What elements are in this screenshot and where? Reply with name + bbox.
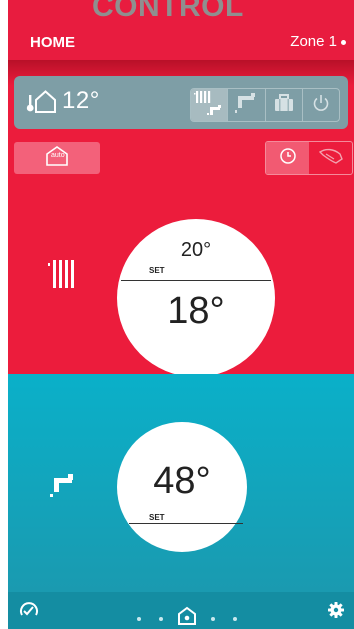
page-indicator: [128, 606, 246, 629]
auto-mode-label: auto: [51, 152, 65, 159]
outdoor-temp-value: 12°: [62, 87, 100, 114]
zone-selector[interactable]: Zone 1: [290, 33, 346, 50]
heating-set-label: SET: [149, 266, 165, 275]
app-title: CONTROL: [92, 0, 244, 23]
mode-selector: [190, 88, 340, 122]
home-page-icon[interactable]: [177, 606, 197, 629]
zone-label: Zone 1: [290, 33, 337, 50]
schedule-selector: [265, 141, 353, 175]
outdoor-thermometer-icon: [26, 87, 58, 115]
hot-water-set-label: SET: [149, 513, 165, 522]
hot-water-section: 48° SET: [8, 374, 354, 592]
hot-water-temp: 48°: [153, 460, 211, 502]
heating-and-hot-water-icon: [194, 89, 224, 121]
zone-indicator-dot: [341, 39, 346, 45]
hot-water-temperature-dial[interactable]: 48° SET: [117, 422, 247, 552]
heating-temperature-dial[interactable]: 20° SET 18°: [117, 219, 275, 377]
power-icon: [311, 93, 331, 118]
tap-icon: [50, 474, 76, 503]
mode-hot-water-button[interactable]: [228, 89, 266, 121]
page-dot[interactable]: [159, 616, 163, 621]
holiday-icon: [273, 93, 295, 118]
page-dot[interactable]: [211, 616, 215, 621]
schedule-timer-button[interactable]: [266, 142, 309, 174]
dial-divider: [129, 523, 243, 524]
mode-heating-hot-water-button[interactable]: [191, 89, 229, 121]
settings-gear-icon[interactable]: [328, 602, 344, 623]
heating-current-temp: 18°: [167, 290, 225, 332]
radiator-icon: [48, 260, 76, 293]
auto-mode-button[interactable]: auto: [14, 142, 100, 174]
page-dot[interactable]: [137, 616, 141, 621]
hot-water-icon: [234, 91, 258, 120]
dial-divider: [121, 280, 271, 281]
status-bar: 12°: [14, 76, 348, 129]
home-button[interactable]: HOME: [30, 34, 75, 51]
mode-off-button[interactable]: [303, 89, 339, 121]
heating-set-temp: 20°: [180, 239, 212, 261]
outdoor-temperature: 12°: [26, 87, 100, 115]
page-dot[interactable]: [233, 616, 237, 621]
check-status-icon[interactable]: [18, 599, 40, 626]
heating-section: 12° auto 20° SET 18°: [8, 60, 354, 377]
schedule-manual-button[interactable]: [309, 142, 352, 174]
footer-bar: [8, 592, 354, 629]
manual-hand-icon: [318, 146, 344, 171]
mode-holiday-button[interactable]: [266, 89, 303, 121]
clock-icon: [279, 147, 297, 170]
app-screen: HOME Zone 1 CONTROL 12° auto 20° SET 18°…: [0, 0, 354, 629]
